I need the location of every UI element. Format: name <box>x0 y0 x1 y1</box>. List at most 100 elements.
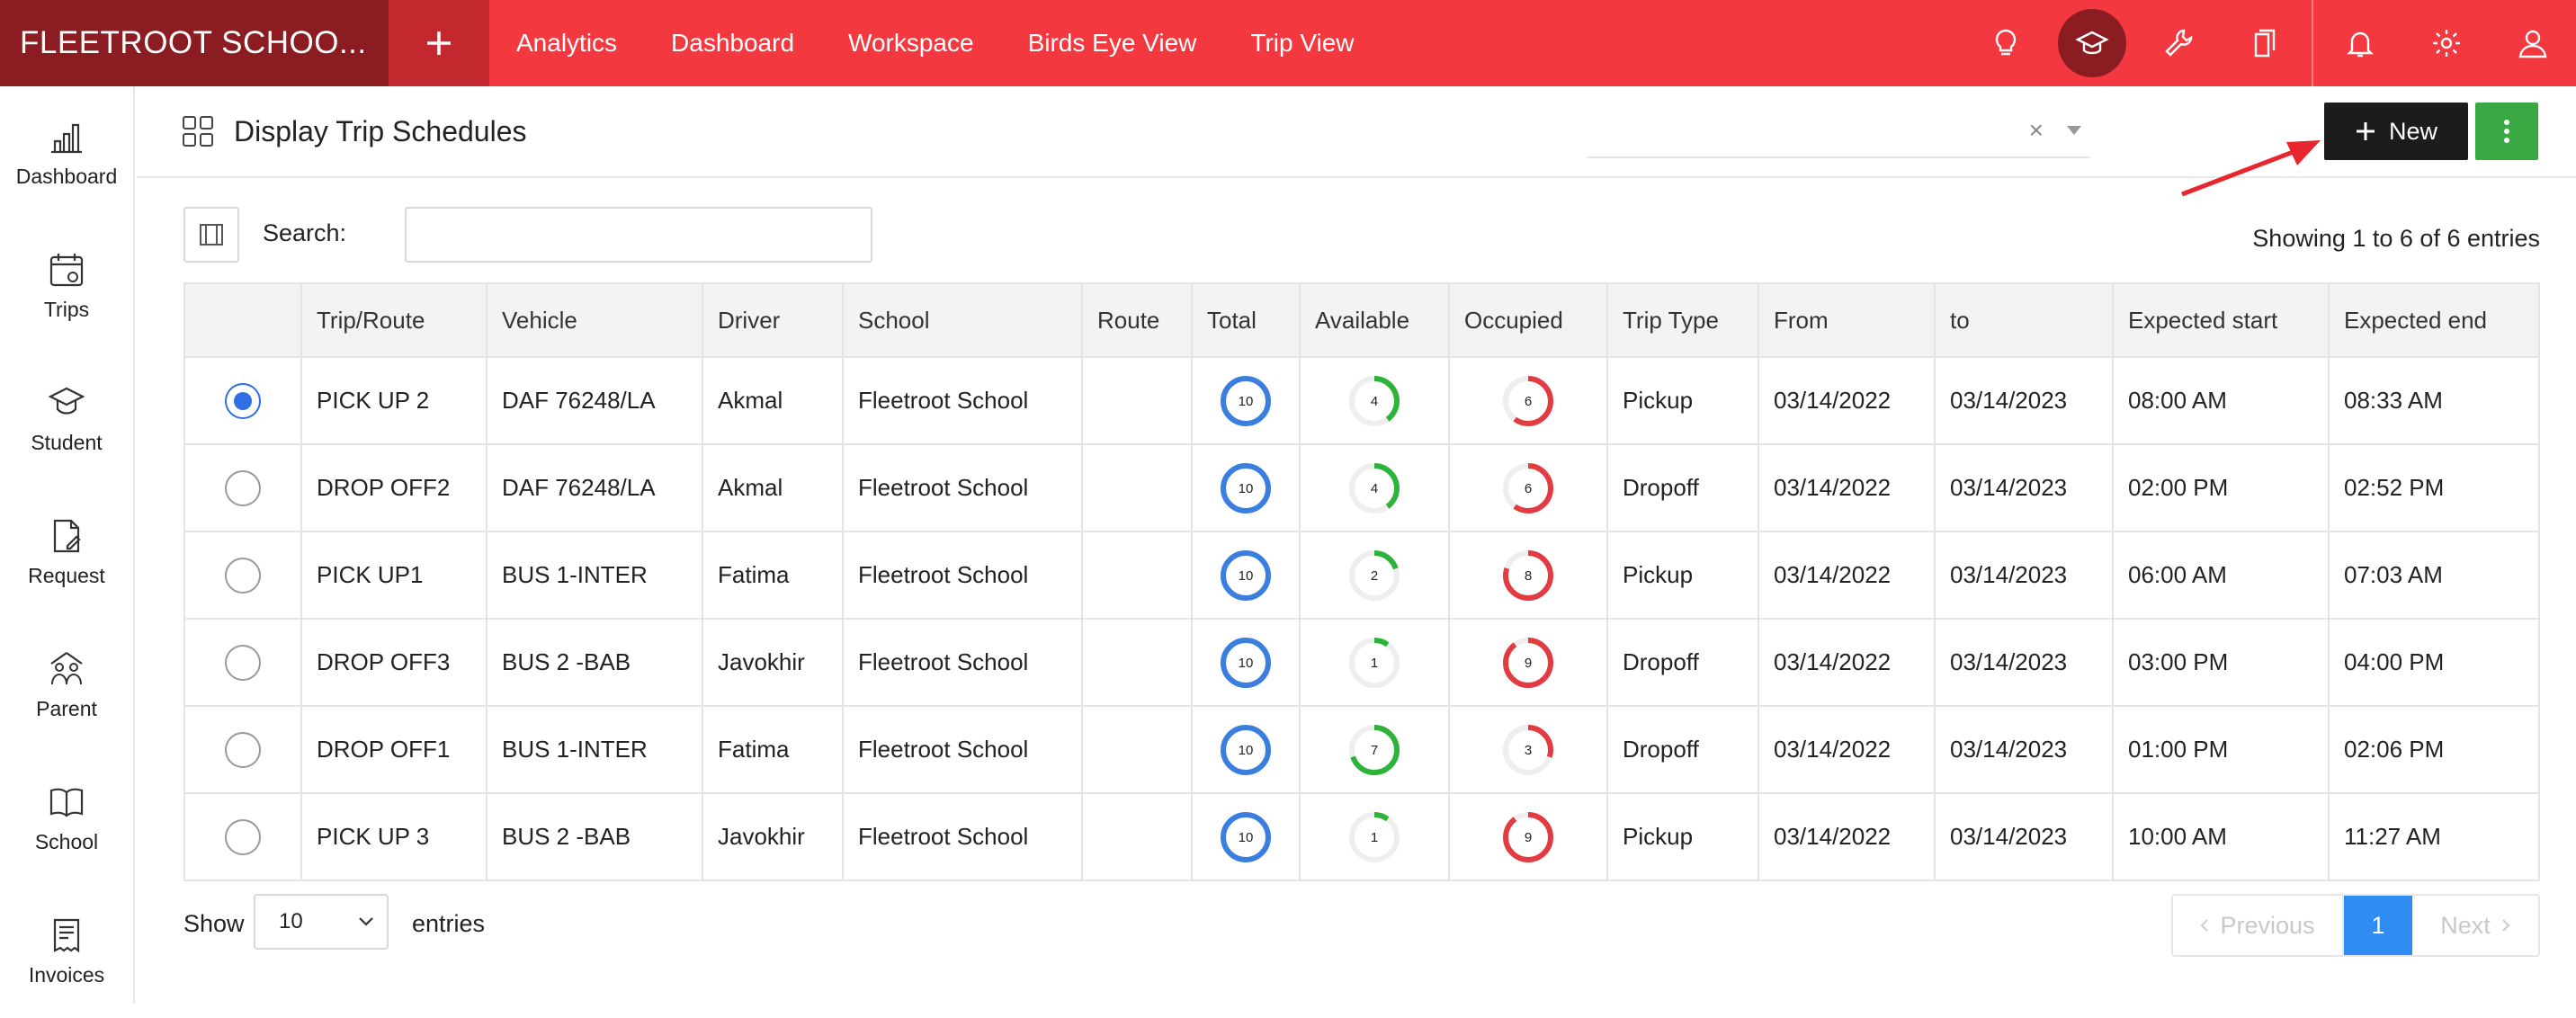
table-toolbar: Search: Showing 1 to 6 of 6 entries <box>183 207 2540 264</box>
cell-trip-type: Pickup <box>1606 356 1759 445</box>
occupied-donut-value: 6 <box>1525 394 1532 409</box>
cell-trip-route: PICK UP1 <box>300 531 487 620</box>
row-select-radio[interactable] <box>225 382 261 419</box>
cell-route <box>1081 531 1193 620</box>
cell-trip-route: PICK UP 2 <box>300 356 487 445</box>
cell-to: 03/14/2023 <box>1934 443 2114 532</box>
column-header[interactable]: Trip Type <box>1606 282 1759 358</box>
vertical-dots-icon <box>2504 120 2509 143</box>
column-header[interactable]: Trip/Route <box>300 282 487 358</box>
document-edit-icon <box>53 519 81 552</box>
table-row[interactable]: DROP OFF2 DAF 76248/LA Akmal Fleetroot Scho… <box>183 443 2540 532</box>
table-row[interactable]: PICK UP 3 BUS 2 -BAB Javokhir Fleetroot Sch… <box>183 792 2540 881</box>
new-button-label: New <box>2388 117 2437 145</box>
chevron-down-icon[interactable] <box>2067 126 2081 135</box>
total-donut: 10 <box>1221 724 1271 775</box>
lightbulb-button[interactable] <box>1963 0 2049 86</box>
table-row[interactable]: PICK UP 2 DAF 76248/LA Akmal Fleetroot Scho… <box>183 356 2540 445</box>
column-header[interactable]: Expected end <box>2328 282 2540 358</box>
total-donut: 10 <box>1221 462 1271 513</box>
user-icon <box>2518 30 2547 58</box>
clear-icon[interactable]: × <box>2029 116 2044 145</box>
gear-icon <box>2433 30 2460 57</box>
book-icon <box>49 788 84 817</box>
column-header[interactable]: School <box>842 282 1083 358</box>
graduation-cap-icon <box>48 387 85 415</box>
cell-to: 03/14/2023 <box>1934 792 2114 881</box>
column-header[interactable]: Occupied <box>1448 282 1608 358</box>
sidebar-item-student[interactable]: Student <box>0 353 133 486</box>
search-input[interactable] <box>405 207 872 263</box>
cell-to: 03/14/2023 <box>1934 531 2114 620</box>
show-label: Show <box>183 910 245 937</box>
column-header[interactable]: to <box>1934 282 2114 358</box>
row-select-radio[interactable] <box>225 469 261 506</box>
nav-dashboard[interactable]: Dashboard <box>671 29 794 58</box>
filter-select[interactable]: × <box>1587 104 2090 158</box>
sidebar-item-invoices[interactable]: Invoices <box>0 885 133 1018</box>
occupied-donut-value: 8 <box>1525 568 1532 584</box>
next-page-button[interactable]: Next <box>2412 896 2538 955</box>
cell-driver: Javokhir <box>702 618 844 707</box>
occupied-donut: 9 <box>1503 811 1553 862</box>
notifications-button[interactable] <box>2317 0 2403 86</box>
nav-workspace[interactable]: Workspace <box>848 29 974 58</box>
column-visibility-button[interactable] <box>183 207 239 263</box>
cell-trip-route: DROP OFF1 <box>300 705 487 794</box>
red-arrow-annotation <box>2181 140 2321 197</box>
occupied-donut-value: 9 <box>1525 656 1532 671</box>
available-donut: 2 <box>1349 549 1400 601</box>
table-row[interactable]: PICK UP1 BUS 1-INTER Fatima Fleetroot Schoo… <box>183 531 2540 620</box>
table-row[interactable]: DROP OFF3 BUS 2 -BAB Javokhir Fleetroot Sch… <box>183 618 2540 707</box>
table-row[interactable]: DROP OFF1 BUS 1-INTER Fatima Fleetroot Scho… <box>183 705 2540 794</box>
cell-vehicle: BUS 2 -BAB <box>486 792 703 881</box>
column-header[interactable]: Total <box>1191 282 1301 358</box>
cell-expected-end: 02:06 PM <box>2328 705 2540 794</box>
nav-birds-eye-view[interactable]: Birds Eye View <box>1028 29 1197 58</box>
column-header[interactable]: Driver <box>702 282 844 358</box>
cell-school: Fleetroot School <box>842 531 1083 620</box>
sidebar-item-school[interactable]: School <box>0 752 133 885</box>
cell-to: 03/14/2023 <box>1934 618 2114 707</box>
page-1-button[interactable]: 1 <box>2344 896 2412 955</box>
row-select-radio[interactable] <box>225 644 261 681</box>
column-header[interactable]: Expected start <box>2112 282 2330 358</box>
occupied-donut: 8 <box>1503 549 1553 601</box>
profile-button[interactable] <box>2490 0 2576 86</box>
graduation-button[interactable] <box>2049 0 2135 86</box>
quick-add-button[interactable] <box>389 0 489 86</box>
tools-button[interactable] <box>2135 0 2222 86</box>
bar-chart-icon <box>51 123 82 153</box>
nav-trip-view[interactable]: Trip View <box>1250 29 1354 58</box>
main-content: Display Trip Schedules × New Search: Sho… <box>137 86 2576 1004</box>
available-donut: 1 <box>1349 637 1400 688</box>
sidebar-item-label: Trips <box>43 297 90 321</box>
chevron-right-icon <box>2502 919 2510 932</box>
family-icon <box>50 651 83 684</box>
sidebar-item-trips[interactable]: Trips <box>0 219 133 353</box>
more-options-button[interactable] <box>2475 103 2538 160</box>
previous-page-button[interactable]: Previous <box>2173 896 2344 955</box>
column-header[interactable]: Vehicle <box>486 282 703 358</box>
available-donut: 1 <box>1349 811 1400 862</box>
row-select-radio[interactable] <box>225 731 261 768</box>
sidebar-item-request[interactable]: Request <box>0 486 133 619</box>
brand-name[interactable]: FLEETROOT SCHOO... <box>0 0 389 86</box>
nav-analytics[interactable]: Analytics <box>516 29 617 58</box>
sidebar-item-label: Request <box>28 563 105 587</box>
row-select-radio[interactable] <box>225 557 261 594</box>
sidebar-item-label: Student <box>31 430 103 454</box>
row-select-radio[interactable] <box>225 818 261 855</box>
cell-expected-end: 11:27 AM <box>2328 792 2540 881</box>
new-button[interactable]: New <box>2324 103 2468 160</box>
column-header[interactable]: Route <box>1081 282 1193 358</box>
page-size-select[interactable]: 10 <box>254 894 389 950</box>
chevron-down-icon <box>359 917 373 926</box>
sidebar-item-parent[interactable]: Parent <box>0 619 133 752</box>
column-header[interactable]: Available <box>1299 282 1450 358</box>
column-header[interactable]: From <box>1758 282 1936 358</box>
sidebar-item-dashboard[interactable]: Dashboard <box>0 86 133 219</box>
cell-vehicle: BUS 1-INTER <box>486 531 703 620</box>
settings-button[interactable] <box>2403 0 2490 86</box>
documents-button[interactable] <box>2222 0 2308 86</box>
